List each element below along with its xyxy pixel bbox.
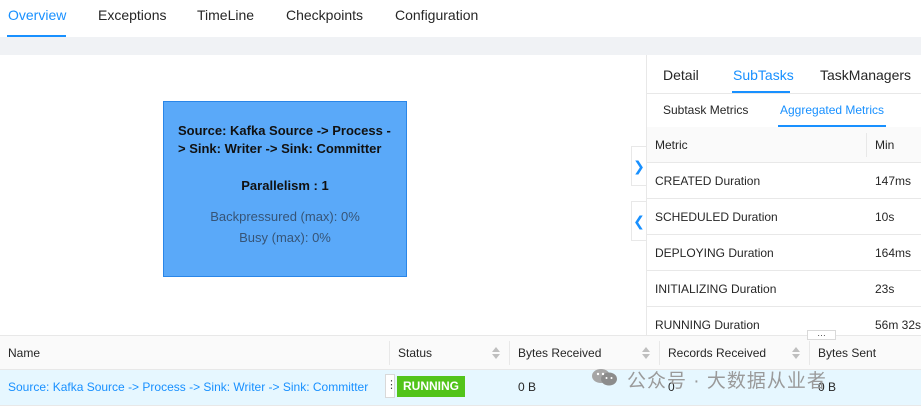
tab-subtasks[interactable]: SubTasks bbox=[733, 67, 794, 83]
sort-icon[interactable] bbox=[642, 346, 650, 360]
metric-name: DEPLOYING Duration bbox=[655, 246, 774, 260]
table-header: Metric Min bbox=[647, 127, 921, 163]
tab-configuration[interactable]: Configuration bbox=[395, 6, 478, 24]
metric-name: INITIALIZING Duration bbox=[655, 282, 777, 296]
job-graph-canvas[interactable]: Source: Kafka Source -> Process -> Sink:… bbox=[0, 55, 646, 335]
vertex-busy: Busy (max): 0% bbox=[239, 230, 331, 245]
vertex-backpressured: Backpressured (max): 0% bbox=[210, 209, 360, 224]
column-header-bytes-sent[interactable]: Bytes Sent bbox=[818, 346, 876, 360]
tab-timeline[interactable]: TimeLine bbox=[197, 6, 254, 24]
tab-detail[interactable]: Detail bbox=[663, 67, 699, 83]
vertex-name-link[interactable]: Source: Kafka Source -> Process -> Sink:… bbox=[8, 380, 368, 394]
table-row: CREATED Duration 147ms bbox=[647, 163, 921, 199]
column-divider bbox=[509, 341, 510, 365]
table-row: RUNNING Duration 56m 32s bbox=[647, 307, 921, 335]
column-header-min[interactable]: Min bbox=[875, 138, 894, 152]
column-divider bbox=[389, 341, 390, 365]
watermark-text: 公众号 · 大数据从业者 bbox=[627, 371, 827, 392]
metric-min: 23s bbox=[875, 282, 895, 296]
table-row: SCHEDULED Duration 10s bbox=[647, 199, 921, 235]
metric-name: SCHEDULED Duration bbox=[655, 210, 778, 224]
column-resize-handle[interactable]: ⋮ bbox=[385, 374, 397, 398]
chevron-left-icon: ❮ bbox=[633, 213, 645, 229]
chevron-right-icon: ❯ bbox=[633, 158, 645, 174]
column-divider bbox=[809, 341, 810, 365]
table-row: INITIALIZING Duration 23s bbox=[647, 271, 921, 307]
collapse-panel-button[interactable]: ❮ bbox=[631, 201, 646, 241]
metric-min: 164ms bbox=[875, 246, 912, 260]
column-divider bbox=[659, 341, 660, 365]
job-vertex-node[interactable]: Source: Kafka Source -> Process -> Sink:… bbox=[163, 101, 407, 277]
column-header-name[interactable]: Name bbox=[8, 346, 40, 360]
table-header: Name Status Bytes Received Records Recei… bbox=[0, 335, 921, 370]
tab-taskmanagers[interactable]: TaskManagers bbox=[820, 67, 911, 83]
metric-name: RUNNING Duration bbox=[655, 318, 760, 332]
tab-divider bbox=[647, 93, 921, 94]
table-row: DEPLOYING Duration 164ms bbox=[647, 235, 921, 271]
job-tabs: Overview Exceptions TimeLine Checkpoints… bbox=[0, 0, 921, 37]
status-badge: RUNNING bbox=[397, 376, 465, 397]
section-divider bbox=[0, 37, 921, 55]
metric-name: CREATED Duration bbox=[655, 174, 761, 188]
sort-icon[interactable] bbox=[492, 346, 500, 360]
metric-min: 56m 32s bbox=[875, 318, 921, 332]
vertex-title: Source: Kafka Source -> Process -> Sink:… bbox=[178, 123, 391, 156]
panel-resize-handle[interactable]: … bbox=[807, 329, 836, 340]
tab-checkpoints[interactable]: Checkpoints bbox=[286, 6, 363, 24]
watermark: 公众号 · 大数据从业者 bbox=[591, 366, 891, 392]
column-header-status[interactable]: Status bbox=[398, 346, 432, 360]
subtab-aggregated-metrics[interactable]: Aggregated Metrics bbox=[780, 103, 884, 117]
tab-exceptions[interactable]: Exceptions bbox=[98, 6, 166, 24]
bytes-received-value: 0 B bbox=[518, 380, 537, 394]
column-divider bbox=[866, 133, 867, 157]
wechat-logo bbox=[592, 369, 617, 386]
vertex-parallelism: Parallelism : 1 bbox=[241, 178, 329, 193]
column-header-metric[interactable]: Metric bbox=[655, 138, 688, 152]
aggregated-metrics-table: Metric Min CREATED Duration 147ms SCHEDU… bbox=[647, 127, 921, 335]
expand-panel-button[interactable]: ❯ bbox=[631, 146, 646, 186]
subtab-subtask-metrics[interactable]: Subtask Metrics bbox=[663, 103, 748, 117]
column-header-records-received[interactable]: Records Received bbox=[668, 346, 766, 360]
metric-min: 147ms bbox=[875, 174, 912, 188]
tab-overview[interactable]: Overview bbox=[8, 6, 66, 24]
column-header-bytes-received[interactable]: Bytes Received bbox=[518, 346, 601, 360]
sort-icon[interactable] bbox=[792, 346, 800, 360]
vertex-detail-panel: Detail SubTasks TaskManagers Subtask Met… bbox=[646, 55, 921, 335]
metric-min: 10s bbox=[875, 210, 895, 224]
